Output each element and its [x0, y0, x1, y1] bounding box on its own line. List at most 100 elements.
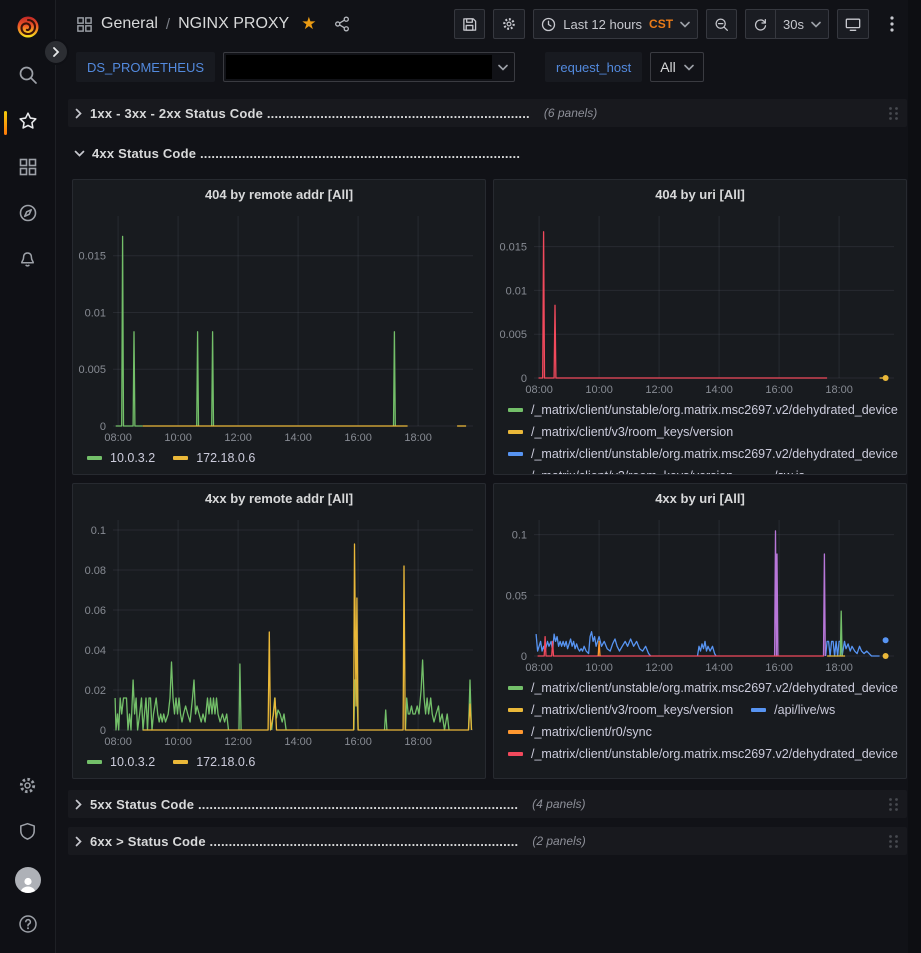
- series-label: /_matrix/client/unstable/org.matrix.msc2…: [531, 447, 898, 461]
- legend-item[interactable]: /_matrix/client/unstable/org.matrix.msc2…: [508, 444, 898, 464]
- svg-text:14:00: 14:00: [705, 384, 733, 396]
- series-label: /_matrix/client/unstable/org.matrix.msc2…: [531, 403, 898, 417]
- svg-text:0.015: 0.015: [499, 242, 527, 254]
- breadcrumb: General / NGINX PROXY ★: [76, 14, 350, 34]
- row-4xx[interactable]: 4xx Status Code ........................…: [68, 139, 907, 167]
- series-color-swatch: [87, 760, 102, 764]
- panel-title[interactable]: 404 by remote addr [All]: [73, 180, 485, 208]
- time-series-chart[interactable]: 00.050.108:0010:0012:0014:0016:0018:00: [494, 512, 906, 676]
- svg-text:12:00: 12:00: [224, 432, 252, 444]
- kebab-menu-button[interactable]: [877, 9, 907, 39]
- refresh-interval-picker[interactable]: 30s: [776, 9, 829, 39]
- svg-text:0.1: 0.1: [91, 525, 106, 537]
- sidebar-item-configuration[interactable]: [0, 765, 55, 811]
- row-drag-handle[interactable]: [888, 106, 899, 121]
- svg-text:16:00: 16:00: [344, 736, 372, 748]
- series-color-swatch: [508, 408, 523, 412]
- legend-item[interactable]: 172.18.0.6: [173, 448, 255, 468]
- refresh-button[interactable]: [745, 9, 776, 39]
- legend-item[interactable]: 10.0.3.2: [87, 752, 155, 772]
- chevron-right-icon: [74, 108, 83, 119]
- row-title-leader: ........................................…: [263, 106, 530, 121]
- row-drag-handle[interactable]: [888, 797, 899, 812]
- svg-text:16:00: 16:00: [765, 384, 793, 396]
- row-1xx-3xx-2xx[interactable]: 1xx - 3xx - 2xx Status Code ............…: [68, 99, 907, 127]
- gear-icon: [17, 775, 38, 801]
- series-label: /sw.js: [774, 469, 805, 474]
- series-label: 172.18.0.6: [196, 755, 255, 769]
- legend-item[interactable]: /_matrix/client/v3/room_keys/version: [508, 700, 733, 720]
- sidebar-item-profile[interactable]: [0, 857, 55, 903]
- series-color-swatch: [173, 760, 188, 764]
- row-title: 5xx Status Code: [90, 797, 194, 812]
- save-dashboard-button[interactable]: [454, 9, 485, 39]
- datasource-variable-value-redacted: [226, 55, 492, 79]
- dashboard-grid-icon: [76, 16, 93, 33]
- series-label: /_matrix/client/r0/sync: [531, 725, 652, 739]
- chart-svg: 00.050.108:0010:0012:0014:0016:0018:00: [494, 512, 906, 676]
- svg-text:0.01: 0.01: [85, 307, 106, 319]
- compass-icon: [17, 202, 39, 229]
- sidebar-expand-button[interactable]: [43, 39, 69, 65]
- time-series-chart[interactable]: 00.0050.010.01508:0010:0012:0014:0016:00…: [494, 208, 906, 398]
- svg-text:0.05: 0.05: [506, 590, 527, 602]
- time-series-chart[interactable]: 00.020.040.060.080.108:0010:0012:0014:00…: [73, 512, 485, 750]
- svg-text:18:00: 18:00: [825, 384, 853, 396]
- row-5xx[interactable]: 5xx Status Code ........................…: [68, 790, 907, 818]
- scroll-gutter: [908, 0, 921, 953]
- time-range-picker[interactable]: Last 12 hours CST: [533, 9, 698, 39]
- svg-text:08:00: 08:00: [104, 432, 132, 444]
- sidebar-item-help[interactable]: [0, 903, 55, 949]
- legend-item[interactable]: /_matrix/client/unstable/org.matrix.msc2…: [508, 744, 898, 764]
- svg-text:08:00: 08:00: [525, 384, 553, 396]
- breadcrumb-separator: /: [166, 16, 170, 33]
- request-host-variable-select[interactable]: All: [650, 52, 704, 82]
- svg-text:0.1: 0.1: [512, 530, 527, 542]
- svg-text:0.06: 0.06: [85, 605, 106, 617]
- sidebar-item-starred[interactable]: [0, 100, 55, 146]
- dashboard-settings-button[interactable]: [493, 9, 525, 39]
- series-label: /api/live/ws: [774, 703, 835, 717]
- chevron-down-icon: [498, 64, 508, 71]
- panel-title[interactable]: 404 by uri [All]: [494, 180, 906, 208]
- time-series-chart[interactable]: 00.0050.010.01508:0010:0012:0014:0016:00…: [73, 208, 485, 446]
- legend-item[interactable]: 172.18.0.6: [173, 752, 255, 772]
- legend-item[interactable]: /api/live/ws: [751, 700, 835, 720]
- tv-mode-button[interactable]: [837, 9, 869, 39]
- legend-item[interactable]: /_matrix/client/v3/room_keys/version: [508, 422, 733, 442]
- sidebar-item-alerting[interactable]: [0, 238, 55, 284]
- legend-item[interactable]: /_matrix/client/unstable/org.matrix.msc2…: [508, 678, 898, 698]
- sidebar-item-server-admin[interactable]: [0, 811, 55, 857]
- zoom-out-time-button[interactable]: [706, 9, 737, 39]
- row-6xx[interactable]: 6xx > Status Code ......................…: [68, 827, 907, 855]
- breadcrumb-section[interactable]: General: [101, 15, 158, 33]
- favorite-star-icon[interactable]: ★: [301, 14, 316, 34]
- chart-svg: 00.0050.010.01508:0010:0012:0014:0016:00…: [73, 208, 485, 446]
- panel-title[interactable]: 4xx by remote addr [All]: [73, 484, 485, 512]
- share-icon[interactable]: [334, 16, 350, 32]
- series-label: /_matrix/client/v3/room_keys/version: [531, 425, 733, 439]
- legend-item[interactable]: 10.0.3.2: [87, 448, 155, 468]
- help-icon: [17, 913, 39, 940]
- search-icon: [17, 64, 39, 91]
- panel-4xx-by-remote-addr: 4xx by remote addr [All] 00.020.040.060.…: [72, 483, 486, 779]
- dashboard-title[interactable]: NGINX PROXY: [178, 15, 289, 33]
- legend-item[interactable]: /_matrix/client/unstable/org.matrix.msc2…: [508, 400, 898, 420]
- series-color-swatch: [87, 456, 102, 460]
- row-title-leader: ........................................…: [206, 834, 519, 849]
- row-drag-handle[interactable]: [888, 834, 899, 849]
- panel-title[interactable]: 4xx by uri [All]: [494, 484, 906, 512]
- sidebar-item-explore[interactable]: [0, 192, 55, 238]
- legend-item[interactable]: /_matrix/client/r0/sync: [508, 722, 652, 742]
- legend-item[interactable]: /_matrix/client/v3/room_keys/version: [508, 466, 733, 474]
- series-color-swatch: [508, 708, 523, 712]
- series-label: 172.18.0.6: [196, 451, 255, 465]
- svg-text:0.02: 0.02: [85, 685, 106, 697]
- sidebar-item-dashboards[interactable]: [0, 146, 55, 192]
- star-icon: [17, 110, 39, 137]
- row-title-leader: ........................................…: [194, 797, 518, 812]
- legend-item[interactable]: /sw.js: [751, 466, 805, 474]
- datasource-variable-select[interactable]: [223, 52, 515, 82]
- dashboard-body: 1xx - 3xx - 2xx Status Code ............…: [56, 92, 921, 855]
- svg-text:10:00: 10:00: [164, 432, 192, 444]
